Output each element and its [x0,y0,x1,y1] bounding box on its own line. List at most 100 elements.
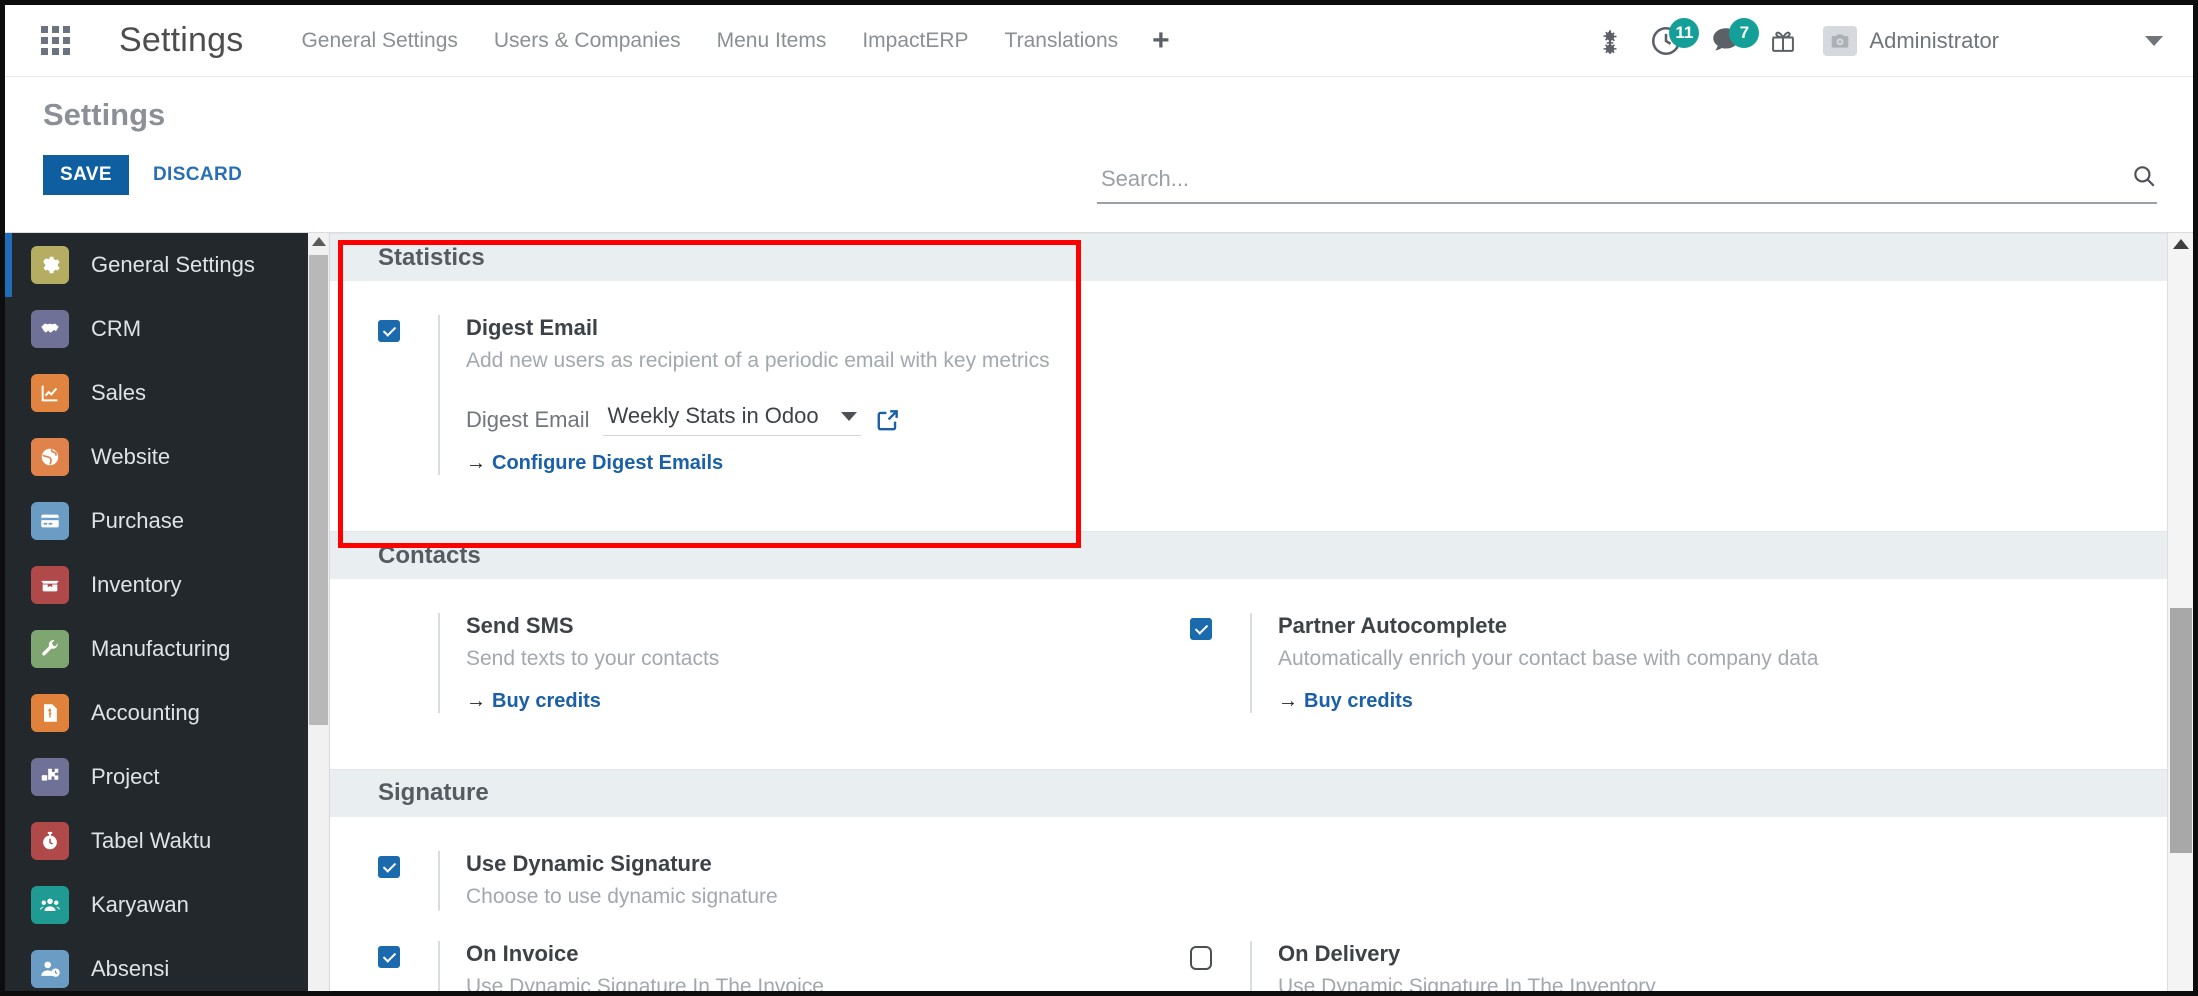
main-scrollbar-thumb[interactable] [2170,608,2192,853]
sidebar-item-website[interactable]: Website [5,425,308,489]
menu-item-users-companies[interactable]: Users & Companies [492,23,683,59]
setting-title: Digest Email [466,315,599,340]
sidebar-item-label: Purchase [91,508,184,533]
sidebar-item-general-settings[interactable]: General Settings [5,233,308,297]
setting-title: Use Dynamic Signature [466,850,712,876]
digest-email-checkbox[interactable] [378,320,400,342]
digest-email-field-row: Digest Email Weekly Stats in Odoo [466,403,1120,437]
credit-card-icon [31,502,69,540]
save-button[interactable]: SAVE [43,155,129,195]
search-icon[interactable] [2131,163,2157,196]
sidebar-item-inventory[interactable]: Inventory [5,553,308,617]
sidebar-item-label: Karyawan [91,892,189,917]
invoice-dollar-icon [31,694,69,732]
buy-credits-link-autocomplete[interactable]: → Buy credits [1278,690,1413,713]
menu-item-impacterp[interactable]: ImpactERP [860,23,970,59]
globe-icon [31,438,69,476]
stopwatch-icon [31,822,69,860]
page-title: Settings [43,97,166,132]
user-menu-button[interactable]: Administrator [1823,25,1999,56]
messages-button[interactable]: 7 [1709,17,1760,58]
sidebar-item-absensi[interactable]: Absensi [5,937,308,991]
sidebar-item-label: Absensi [91,956,170,981]
settings-content: Statistics Digest Email Add new users as… [330,233,2193,991]
sidebar-item-label: CRM [91,316,142,341]
chart-line-icon [31,374,69,412]
discard-button[interactable]: DISCARD [147,155,248,195]
setting-title: Send SMS [466,613,574,639]
digest-email-field-label: Digest Email [466,406,590,432]
apps-grid-icon[interactable] [41,25,71,56]
use-dynamic-signature-checkbox[interactable] [378,855,400,878]
control-panel-buttons: SAVE DISCARD [43,155,248,195]
configure-digest-emails-link[interactable]: → Configure Digest Emails [466,452,723,475]
arrow-right-icon: → [466,452,486,475]
section-statistics: Statistics Digest Email Add new users as… [330,233,2193,531]
handshake-icon [31,310,69,348]
sidebar-item-project[interactable]: Project [5,745,308,809]
search-input[interactable] [1097,166,2131,196]
external-link-icon[interactable] [875,407,901,433]
chevron-down-icon[interactable] [840,411,857,421]
section-title: Signature [378,779,489,807]
sidebar-scrollbar[interactable] [308,233,330,991]
setting-title: On Invoice [466,941,579,967]
setting-title: On Delivery [1278,941,1401,967]
section-title: Statistics [378,243,485,271]
digest-email-selected-value: Weekly Stats in Odoo [607,403,819,429]
setting-on-invoice: On Invoice Use Dynamic Signature In The … [378,941,1120,991]
on-delivery-checkbox[interactable] [1190,946,1212,971]
setting-description: Use Dynamic Signature In The Inventory [1278,975,1656,991]
setting-description: Automatically enrich your contact base w… [1278,647,1819,671]
sidebar-item-manufacturing[interactable]: Manufacturing [5,617,308,681]
sidebar-item-label: Manufacturing [91,636,231,661]
arrow-right-icon: → [1278,689,1298,712]
setting-description: Add new users as recipient of a periodic… [466,349,1050,372]
add-menu-button[interactable]: + [1152,25,1170,56]
link-label: Buy credits [492,689,601,712]
section-body: Use Dynamic Signature Choose to use dyna… [330,817,2193,991]
chevron-down-icon[interactable] [2145,35,2163,46]
sidebar-item-sales[interactable]: Sales [5,361,308,425]
menu-item-general-settings[interactable]: General Settings [299,23,459,59]
gift-icon[interactable] [1769,27,1797,55]
search-bar[interactable] [1097,163,2157,204]
top-navbar: Settings General Settings Users & Compan… [5,5,2193,77]
triangle-up-icon[interactable] [2172,239,2189,249]
top-menu: General Settings Users & Companies Menu … [299,23,1169,59]
section-body: Send SMS Send texts to your contacts → B… [330,579,2193,768]
section-contacts: Contacts Send SMS Send texts to your con… [330,531,2193,768]
sidebar-item-label: Website [91,444,171,469]
activities-button[interactable]: 11 [1649,17,1700,58]
send-sms-checkbox-placeholder [378,618,400,640]
sidebar-item-karyawan[interactable]: Karyawan [5,873,308,937]
sidebar-item-purchase[interactable]: Purchase [5,489,308,553]
sidebar-scrollbar-thumb[interactable] [309,255,328,725]
setting-digest-email: Digest Email Add new users as recipient … [378,315,1120,476]
sidebar-item-crm[interactable]: CRM [5,297,308,361]
partner-autocomplete-checkbox[interactable] [1190,618,1212,641]
triangle-up-icon[interactable] [311,237,326,246]
section-signature: Signature Use Dynamic Signature Choose t… [330,768,2193,991]
user-name-label: Administrator [1869,27,1999,53]
sidebar-item-label: Inventory [91,572,182,597]
systray: 11 7 Administrator [1597,17,2193,58]
setting-send-sms: Send SMS Send texts to your contacts → B… [378,613,1120,713]
sidebar-item-tabel-waktu[interactable]: Tabel Waktu [5,809,308,873]
setting-description: Use Dynamic Signature In The Invoice [466,975,824,991]
bug-icon[interactable] [1597,28,1623,54]
setting-use-dynamic-signature: Use Dynamic Signature Choose to use dyna… [378,850,1120,912]
section-header: Contacts [330,531,2193,580]
settings-sidebar: General Settings CRM Sales Website Purch… [5,233,308,991]
activities-count-badge: 11 [1669,17,1700,48]
users-icon [31,886,69,924]
menu-item-translations[interactable]: Translations [1003,23,1121,59]
setting-on-delivery: On Delivery Use Dynamic Signature In The… [1190,941,1910,991]
main-scrollbar[interactable] [2167,233,2193,991]
digest-email-select[interactable]: Weekly Stats in Odoo [603,403,861,437]
on-invoice-checkbox[interactable] [378,946,400,969]
odoo-settings-window: Settings General Settings Users & Compan… [0,0,2198,996]
buy-credits-link-sms[interactable]: → Buy credits [466,690,601,713]
menu-item-menu-items[interactable]: Menu Items [715,23,829,59]
sidebar-item-accounting[interactable]: Accounting [5,681,308,745]
